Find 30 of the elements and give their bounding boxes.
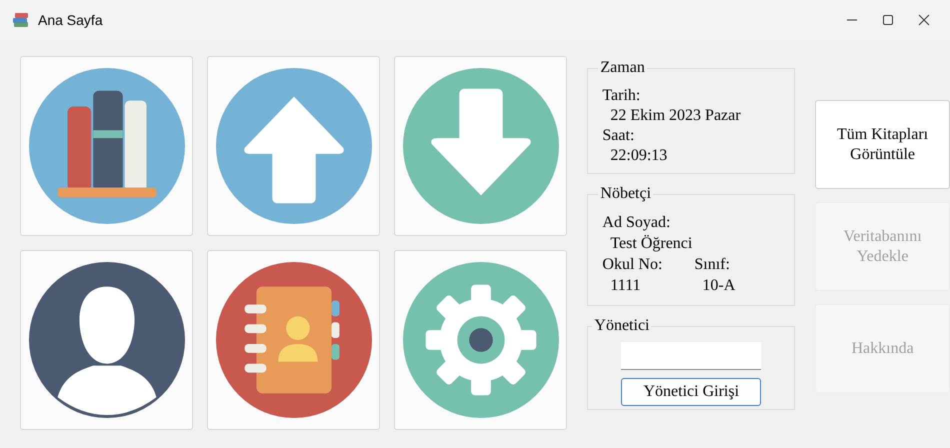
menu-tile[interactable] (394, 250, 568, 430)
school-number-label: Okul No: (602, 255, 664, 275)
group-title: Zaman (599, 58, 646, 78)
close-icon[interactable] (918, 14, 930, 26)
address-book-icon (214, 261, 373, 419)
name-value: Test Öğrenci (609, 234, 694, 254)
gear-icon (402, 261, 560, 419)
person-icon (28, 261, 186, 419)
login-button[interactable]: Yönetici Girişi (621, 378, 762, 406)
menu-tile[interactable] (207, 56, 380, 236)
menu-tile[interactable] (20, 250, 194, 430)
date-value: 22 Ekim 2023 Pazar (609, 106, 742, 126)
class-value: 10-A (701, 276, 736, 296)
password-field[interactable] (621, 342, 762, 370)
school-number-value: 1111 (609, 276, 642, 296)
group-title: Yönetici (593, 316, 650, 336)
maximize-icon[interactable] (882, 14, 894, 26)
menu-tile[interactable] (207, 250, 380, 430)
name-label: Ad Soyad: (602, 213, 672, 233)
time-label: Saat: (602, 126, 636, 146)
class-label: Sınıf: (694, 255, 730, 275)
action-button[interactable]: Tüm Kitapları Görüntüle (815, 100, 950, 189)
time-value: 22:09:13 (609, 146, 668, 166)
date-label: Tarih: (602, 86, 642, 106)
menu-tile[interactable] (20, 56, 194, 236)
books-app-icon (12, 11, 30, 29)
group-title: Nöbetçi (599, 184, 652, 204)
window-title: Ana Sayfa (38, 10, 103, 30)
menu-tile[interactable] (394, 56, 568, 236)
books-icon (28, 67, 186, 225)
